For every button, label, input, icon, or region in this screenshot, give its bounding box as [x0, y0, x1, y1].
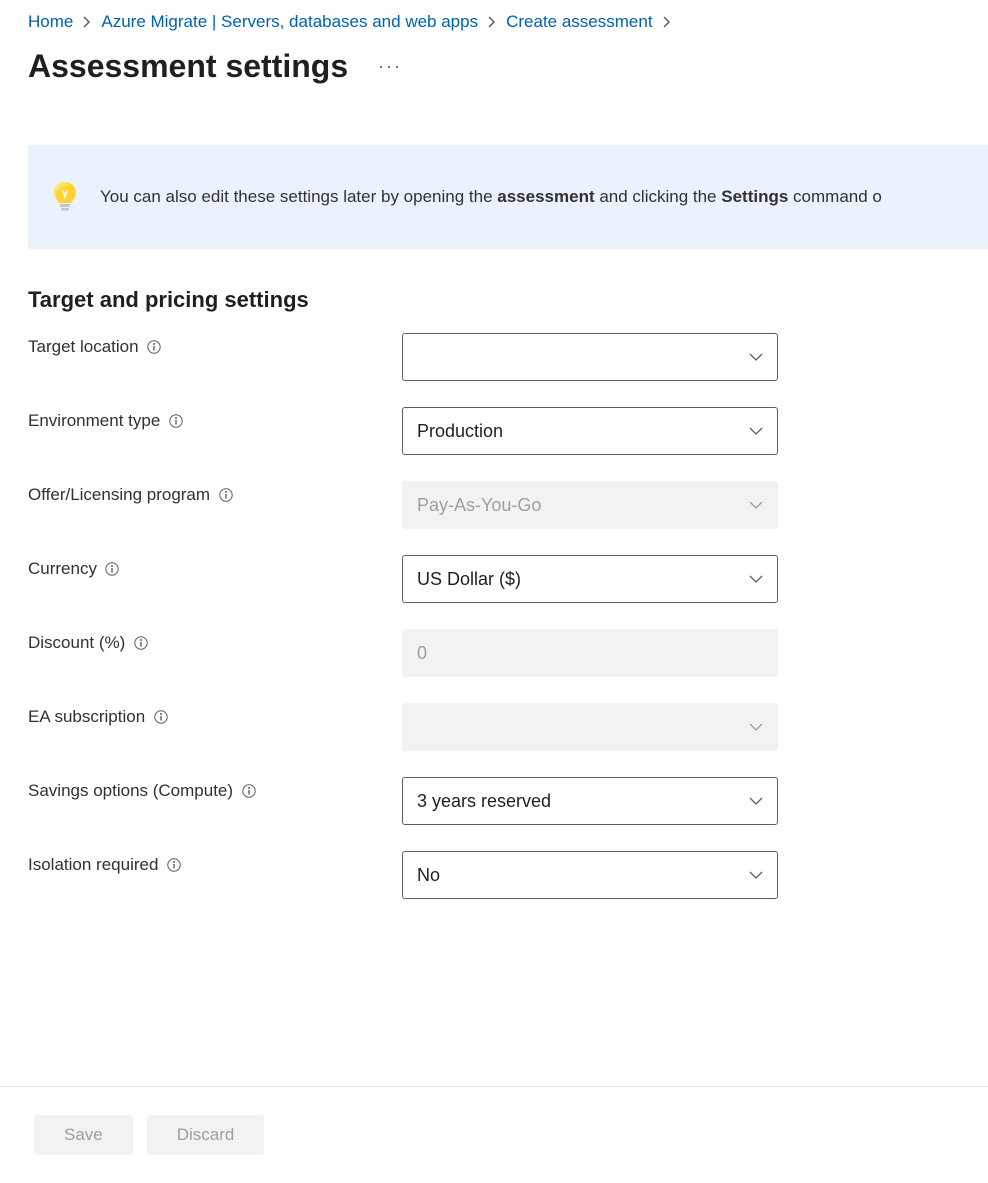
label-environment-type: Environment type — [28, 411, 160, 431]
select-currency[interactable]: US Dollar ($) — [402, 555, 778, 603]
page-title: Assessment settings — [28, 48, 348, 85]
select-offer-licensing: Pay-As-You-Go — [402, 481, 778, 529]
breadcrumb: Home Azure Migrate | Servers, databases … — [0, 0, 988, 32]
chevron-down-icon — [749, 796, 763, 806]
chevron-right-icon — [83, 16, 91, 28]
select-environment-type[interactable]: Production — [402, 407, 778, 455]
select-target-location[interactable] — [402, 333, 778, 381]
label-isolation-required: Isolation required — [28, 855, 158, 875]
footer-actions: Save Discard — [0, 1086, 988, 1183]
info-icon[interactable] — [166, 858, 181, 873]
input-discount: 0 — [402, 629, 778, 677]
label-ea-subscription: EA subscription — [28, 707, 145, 727]
section-heading-target-pricing: Target and pricing settings — [28, 287, 988, 313]
save-button[interactable]: Save — [34, 1115, 133, 1155]
chevron-down-icon — [749, 352, 763, 362]
label-discount: Discount (%) — [28, 633, 125, 653]
select-ea-subscription — [402, 703, 778, 751]
breadcrumb-azure-migrate[interactable]: Azure Migrate | Servers, databases and w… — [101, 12, 478, 32]
info-icon[interactable] — [147, 340, 162, 355]
more-actions-button[interactable]: ··· — [372, 52, 408, 81]
discard-button[interactable]: Discard — [147, 1115, 265, 1155]
chevron-down-icon — [749, 500, 763, 510]
chevron-right-icon — [663, 16, 671, 28]
breadcrumb-create-assessment[interactable]: Create assessment — [506, 12, 652, 32]
select-savings-options[interactable]: 3 years reserved — [402, 777, 778, 825]
label-offer-licensing: Offer/Licensing program — [28, 485, 210, 505]
info-icon[interactable] — [241, 784, 256, 799]
info-icon[interactable] — [168, 414, 183, 429]
chevron-down-icon — [749, 722, 763, 732]
select-isolation-required[interactable]: No — [402, 851, 778, 899]
info-icon[interactable] — [105, 562, 120, 577]
label-currency: Currency — [28, 559, 97, 579]
info-icon[interactable] — [133, 636, 148, 651]
info-banner-text: You can also edit these settings later b… — [100, 187, 882, 207]
label-target-location: Target location — [28, 337, 139, 357]
chevron-right-icon — [488, 16, 496, 28]
form-target-pricing: Target location Environment type — [28, 337, 988, 899]
chevron-down-icon — [749, 870, 763, 880]
label-savings-options: Savings options (Compute) — [28, 781, 233, 801]
chevron-down-icon — [749, 574, 763, 584]
info-banner: You can also edit these settings later b… — [28, 145, 988, 249]
info-icon[interactable] — [218, 488, 233, 503]
chevron-down-icon — [749, 426, 763, 436]
lightbulb-icon — [52, 181, 78, 213]
breadcrumb-home[interactable]: Home — [28, 12, 73, 32]
info-icon[interactable] — [153, 710, 168, 725]
